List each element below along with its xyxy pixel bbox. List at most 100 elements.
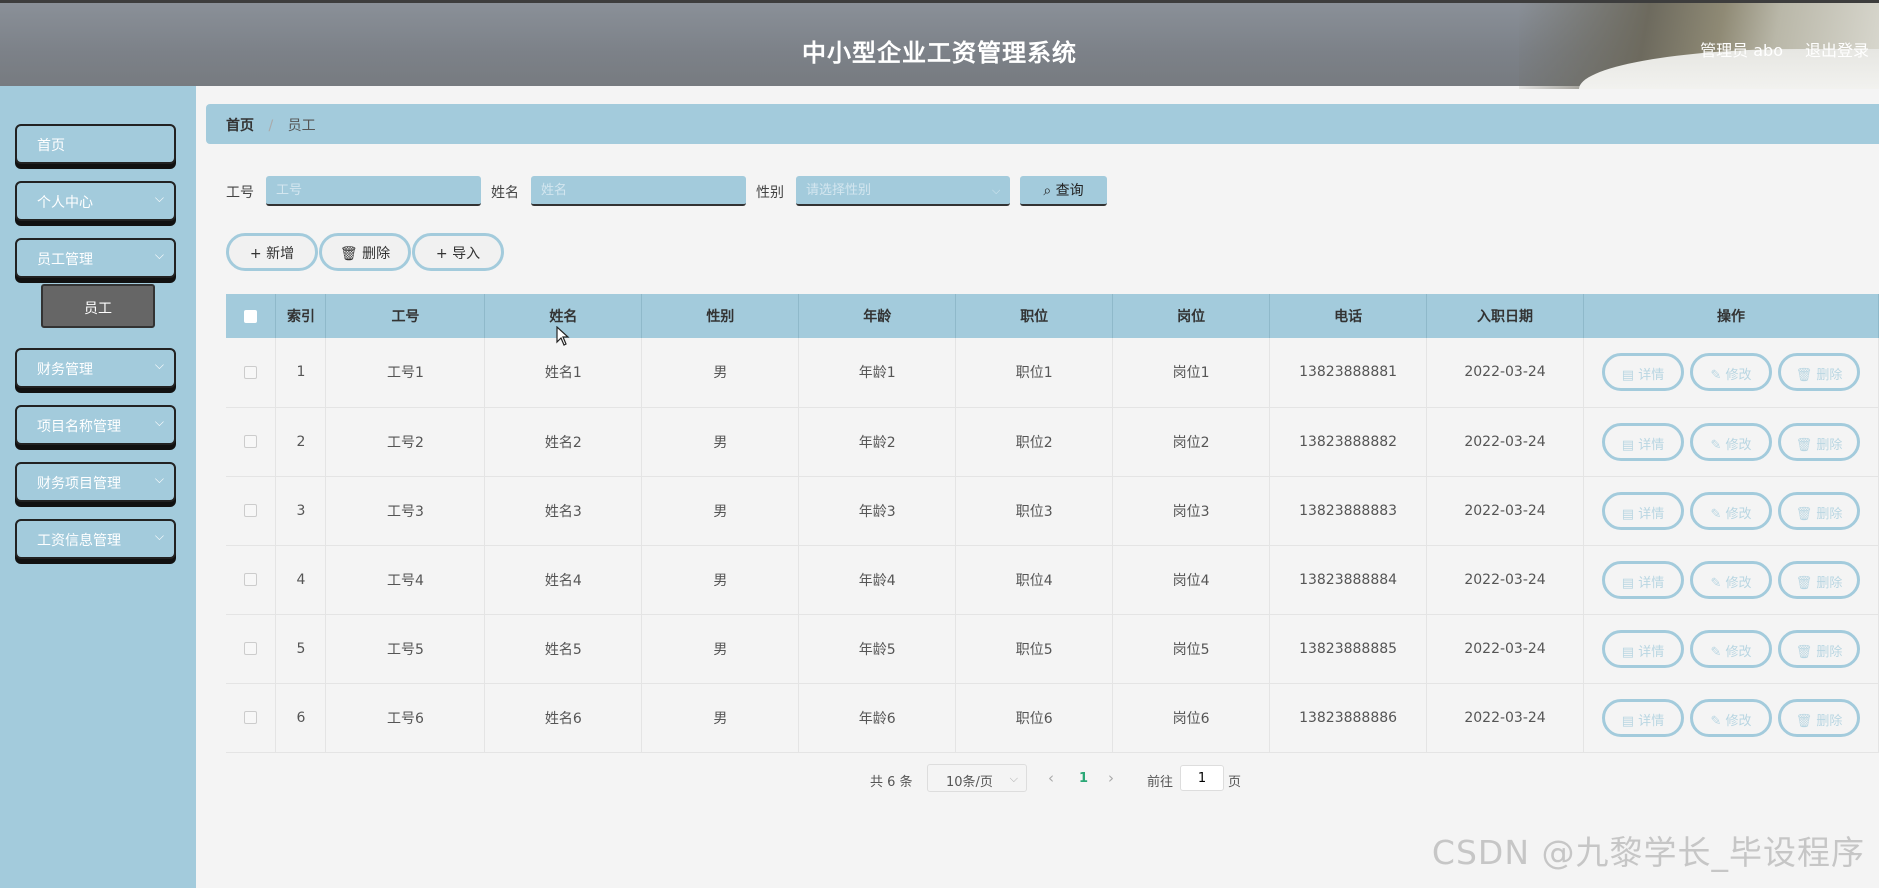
table-cell: 男	[641, 338, 800, 408]
mouse-cursor-icon	[556, 326, 570, 346]
table-cell: 年龄1	[798, 338, 957, 408]
table-row: 3 工号3 姓名3 男年龄3 职位3 岗位3 13823888883 2022-03-24 ▤ …	[226, 476, 1879, 546]
detail-button-label: 详情	[1638, 506, 1665, 522]
delete-button[interactable]: 🗑 删除	[1778, 698, 1860, 737]
page-size-value: 10条/页	[946, 775, 993, 790]
edit-button-label: 修改	[1725, 506, 1752, 522]
search-icon: ⌕	[1043, 183, 1052, 199]
gender-label: 性别	[756, 185, 784, 201]
row-checkbox[interactable]	[244, 435, 258, 448]
search-bar: 工号 姓名 性别 ⌵ ⌕ 查询	[0, 176, 1879, 210]
row-select-cell[interactable]	[226, 683, 277, 753]
table-cell: 职位1	[955, 338, 1114, 408]
table-cell: 男	[641, 545, 800, 615]
row-actions-cell: ▤ 详情 ✎ 修改 🗑 删除	[1583, 476, 1879, 546]
edit-icon: ✎	[1710, 644, 1726, 660]
detail-button[interactable]: ▤ 详情	[1602, 491, 1684, 530]
prev-page-icon[interactable]: ‹	[1048, 769, 1054, 787]
edit-button[interactable]: ✎ 修改	[1690, 491, 1772, 530]
table-cell: 职位4	[955, 545, 1114, 615]
delete-button-label: 删除	[362, 246, 391, 262]
table-cell: 2	[275, 407, 327, 477]
edit-icon: ✎	[1710, 437, 1726, 453]
detail-button[interactable]: ▤ 详情	[1602, 422, 1684, 461]
table-cell: 6	[275, 683, 327, 753]
document-icon: ▤	[1621, 644, 1639, 660]
delete-button[interactable]: 🗑 删除	[1778, 560, 1860, 599]
sidebar-item-salary-management[interactable]: 工资信息管理 ⌵	[15, 519, 176, 559]
sidebar-item-label: 工资信息管理	[37, 533, 121, 549]
table-cell: 姓名5	[484, 614, 643, 684]
plus-icon: +	[435, 246, 448, 262]
row-checkbox[interactable]	[244, 711, 258, 724]
delete-button[interactable]: 🗑 删除	[1778, 353, 1860, 392]
sidebar-item-project-name-management[interactable]: 项目名称管理 ⌵	[15, 405, 176, 445]
page-size-select[interactable]: 10条/页 ⌵	[927, 764, 1027, 792]
table-cell: 姓名4	[484, 545, 643, 615]
employee-id-input[interactable]	[266, 176, 481, 206]
edit-button[interactable]: ✎ 修改	[1690, 560, 1772, 599]
import-button[interactable]: + 导入	[412, 233, 504, 271]
detail-button[interactable]: ▤ 详情	[1602, 698, 1684, 737]
chevron-down-icon: ⌵	[154, 472, 164, 486]
row-select-cell[interactable]	[226, 614, 277, 684]
row-select-cell[interactable]	[226, 476, 277, 546]
select-all-checkbox[interactable]	[244, 309, 258, 323]
row-checkbox[interactable]	[244, 642, 258, 655]
table-cell: 2022-03-24	[1426, 407, 1585, 477]
chevron-down-icon: ⌵	[154, 529, 164, 543]
delete-button-label: 删除	[1816, 575, 1843, 591]
edit-button[interactable]: ✎ 修改	[1690, 698, 1772, 737]
table-cell: 13823888886	[1269, 683, 1428, 753]
query-button-label: 查询	[1055, 183, 1084, 199]
detail-button[interactable]: ▤ 详情	[1602, 353, 1684, 392]
name-input[interactable]	[531, 176, 746, 206]
table-cell: 年龄6	[798, 683, 957, 753]
next-page-icon[interactable]: ›	[1108, 769, 1114, 787]
table-body: 1 工号1 姓名1 男年龄1 职位1 岗位1 13823888881 2022-03-24 ▤ …	[226, 338, 1879, 753]
sidebar-subitem-employee[interactable]: 员工	[41, 284, 155, 328]
detail-button-label: 详情	[1638, 713, 1665, 729]
select-all-header[interactable]	[226, 294, 277, 338]
detail-button[interactable]: ▤ 详情	[1602, 560, 1684, 599]
add-button[interactable]: + 新增	[226, 233, 318, 271]
table-cell: 职位5	[955, 614, 1114, 684]
row-checkbox[interactable]	[244, 365, 258, 379]
detail-button-label: 详情	[1638, 644, 1665, 660]
table-cell: 13823888884	[1269, 545, 1428, 615]
detail-button-label: 详情	[1638, 368, 1665, 384]
sidebar-item-finance-project-management[interactable]: 财务项目管理 ⌵	[15, 462, 176, 502]
goto-page-input[interactable]	[1180, 765, 1224, 791]
gender-select[interactable]	[796, 176, 1010, 206]
edit-button[interactable]: ✎ 修改	[1690, 629, 1772, 668]
table-cell: 13823888885	[1269, 614, 1428, 684]
breadcrumb-current: 员工	[287, 118, 316, 134]
delete-button[interactable]: 🗑 删除	[1778, 491, 1860, 530]
chevron-down-icon: ⌵	[154, 415, 164, 429]
edit-button[interactable]: ✎ 修改	[1690, 422, 1772, 461]
edit-icon: ✎	[1710, 506, 1726, 522]
row-select-cell[interactable]	[226, 407, 277, 477]
delete-button[interactable]: 🗑 删除	[1778, 422, 1860, 461]
current-page-number[interactable]: 1	[1079, 771, 1088, 786]
logout-link[interactable]: 退出登录	[1805, 37, 1869, 61]
batch-delete-button[interactable]: 🗑 删除	[319, 233, 411, 271]
table-cell: 男	[641, 683, 800, 753]
query-button[interactable]: ⌕ 查询	[1020, 176, 1107, 206]
breadcrumb-home[interactable]: 首页	[226, 118, 254, 134]
row-checkbox[interactable]	[244, 573, 258, 586]
edit-button[interactable]: ✎ 修改	[1690, 353, 1772, 392]
sidebar-item-home[interactable]: 首页	[15, 124, 176, 164]
row-checkbox[interactable]	[244, 504, 258, 517]
sidebar-item-finance-management[interactable]: 财务管理 ⌵	[15, 348, 176, 388]
delete-button[interactable]: 🗑 删除	[1778, 629, 1860, 668]
table-row: 6 工号6 姓名6 男年龄6 职位6 岗位6 13823888886 2022-03-24 ▤ …	[226, 683, 1879, 753]
row-select-cell[interactable]	[226, 545, 277, 615]
page-unit-label: 页	[1228, 775, 1242, 790]
chevron-down-icon: ⌵	[1009, 772, 1018, 785]
sidebar-item-employee-management[interactable]: 员工管理 ⌵	[15, 238, 176, 278]
table-row: 2 工号2 姓名2 男年龄2 职位2 岗位2 13823888882 2022-03-24 ▤ …	[226, 407, 1879, 477]
delete-button-label: 删除	[1816, 437, 1843, 453]
row-select-cell[interactable]	[226, 338, 277, 408]
detail-button[interactable]: ▤ 详情	[1602, 629, 1684, 668]
